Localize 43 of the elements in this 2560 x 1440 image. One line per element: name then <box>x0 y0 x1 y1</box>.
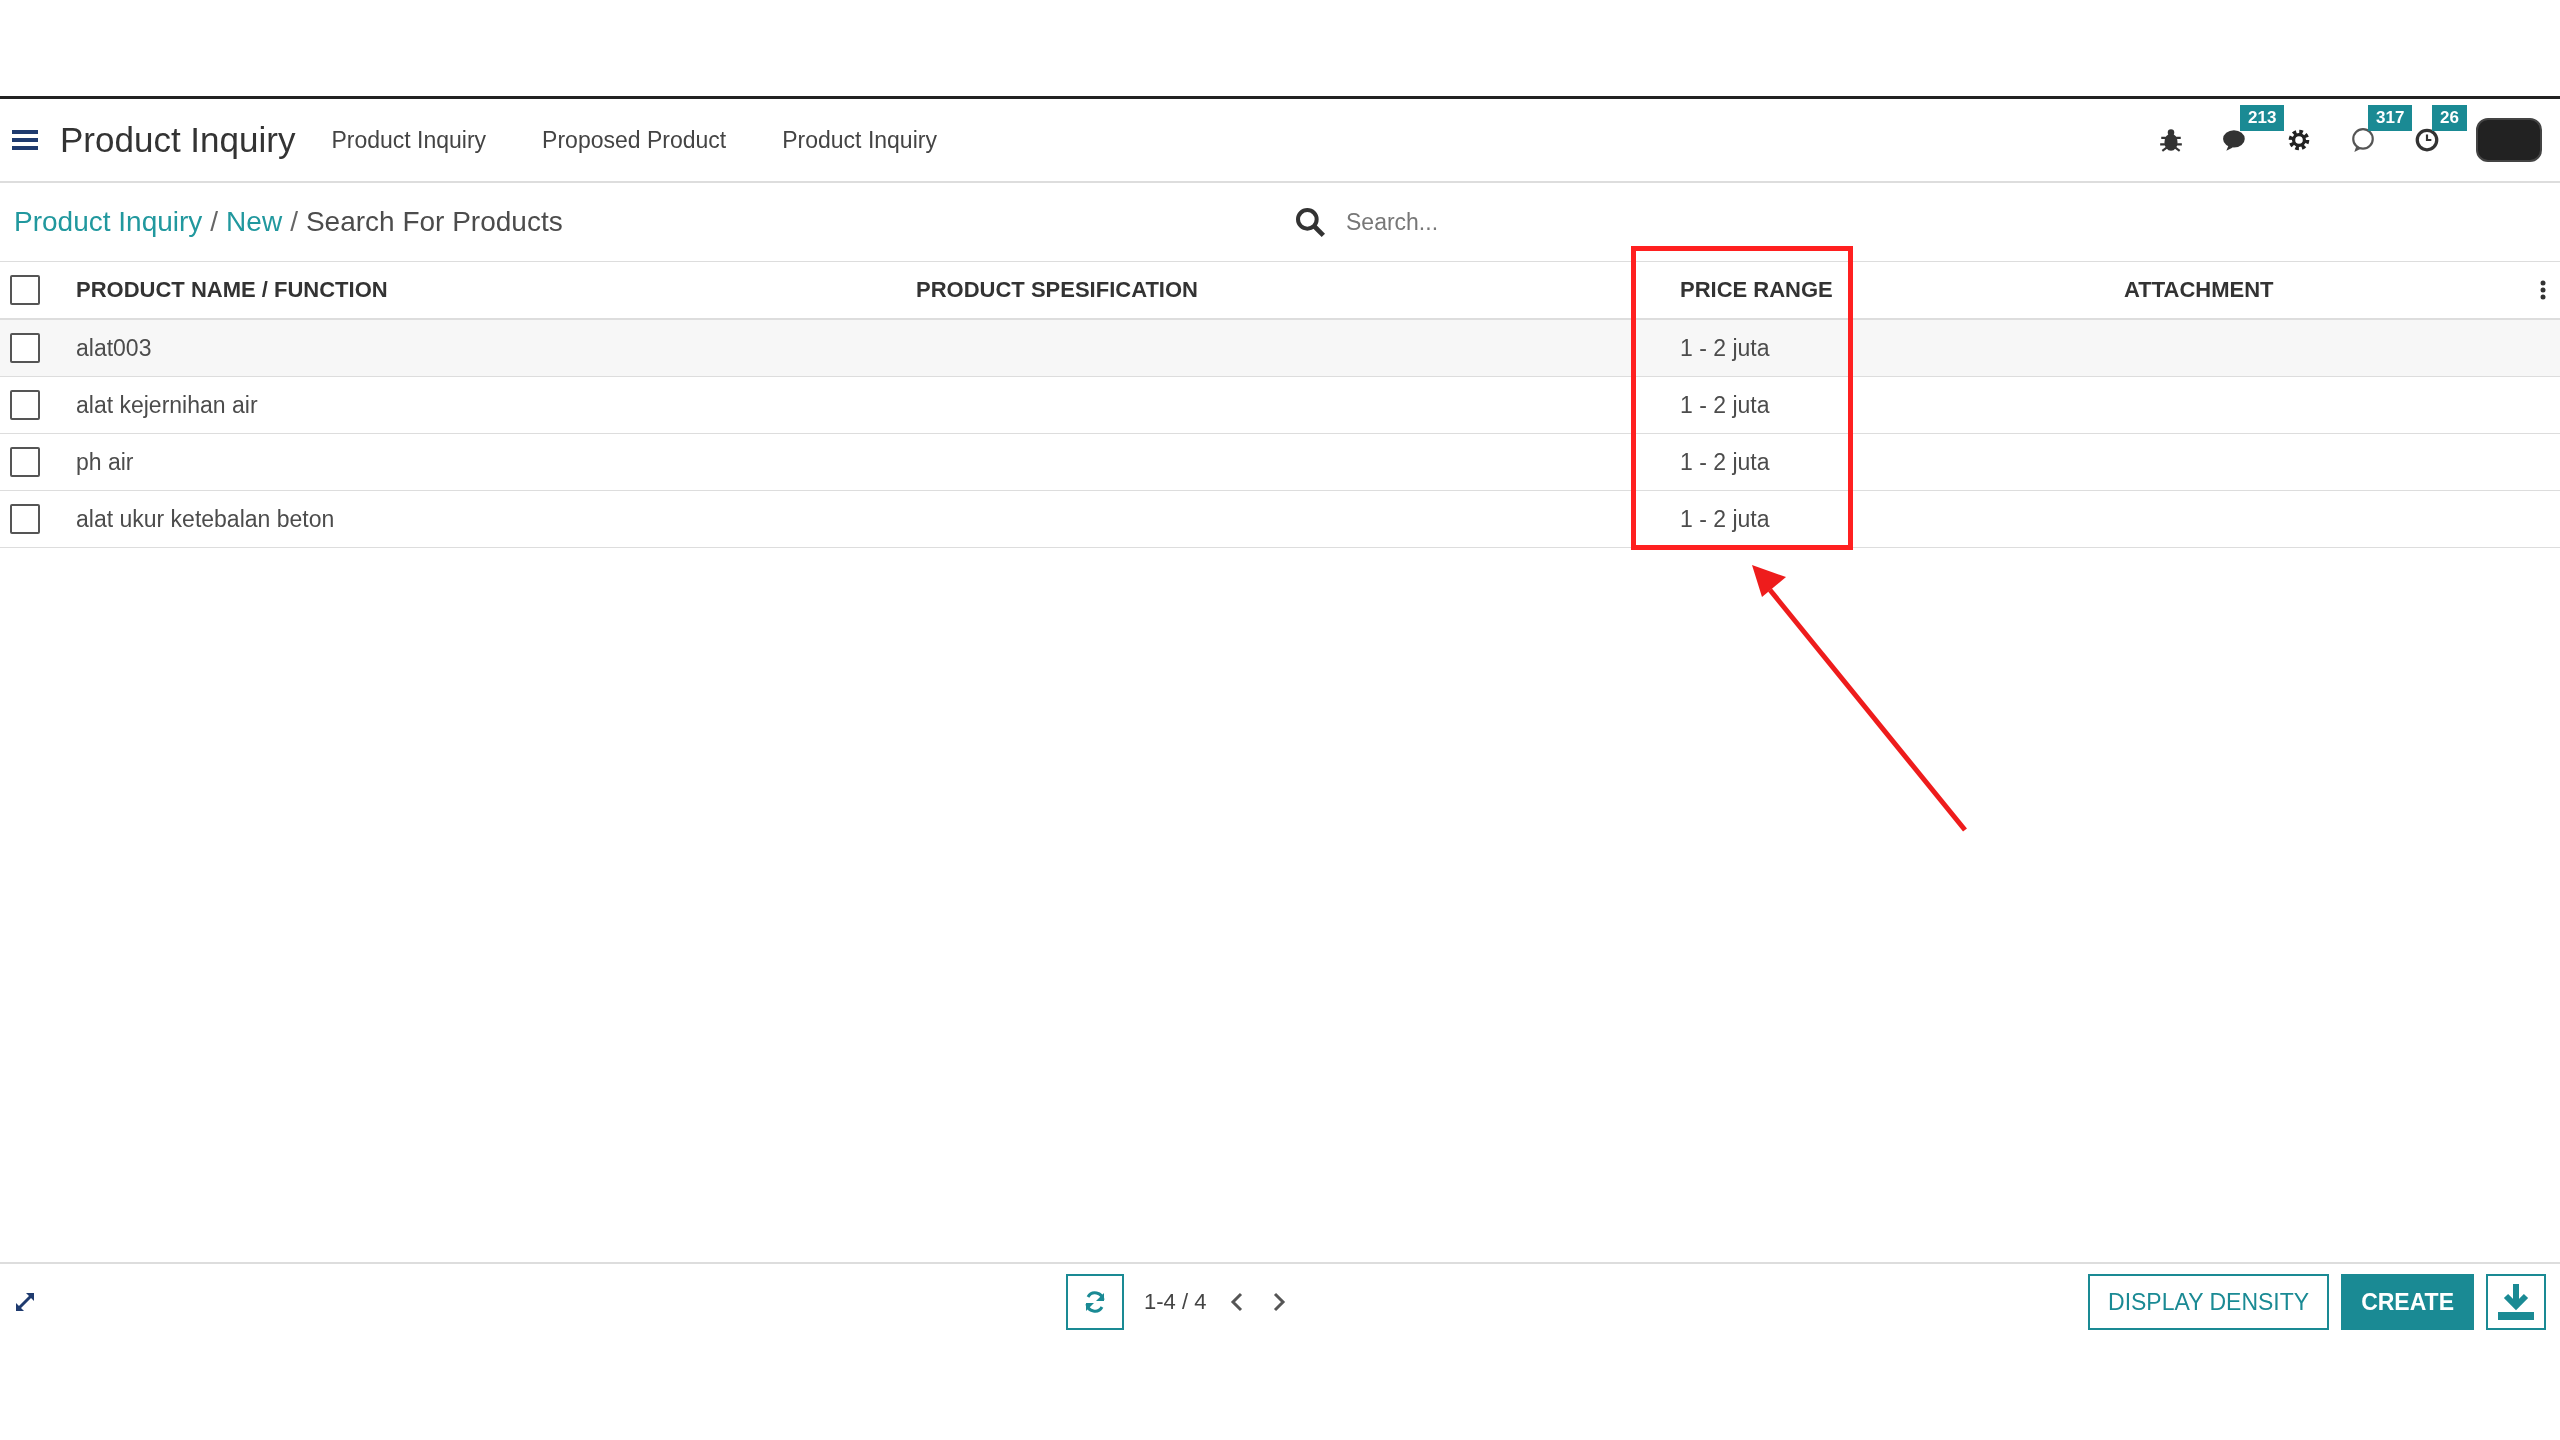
column-options-icon[interactable] <box>2540 280 2546 300</box>
expand-icon[interactable] <box>14 1291 36 1313</box>
row-checkbox[interactable] <box>10 447 40 477</box>
table-cell-text: 1 - 2 juta <box>1680 334 1771 362</box>
download-button[interactable] <box>2486 1274 2546 1330</box>
refresh-icon <box>1083 1290 1107 1314</box>
table-cell-text: 1 - 2 juta <box>1680 448 1771 476</box>
clock-icon[interactable] <box>2414 127 2440 153</box>
chat-bubble-icon[interactable] <box>2350 127 2376 153</box>
user-avatar[interactable] <box>2476 118 2542 162</box>
column-header[interactable]: PRODUCT NAME / FUNCTION <box>76 277 916 303</box>
pager-value[interactable]: 1-4 / 4 <box>1144 1289 1207 1315</box>
menu-item[interactable]: Proposed Product <box>542 126 727 154</box>
menu-icon[interactable] <box>12 129 38 151</box>
count-badge: 317 <box>2368 105 2413 131</box>
row-checkbox[interactable] <box>10 504 40 534</box>
breadcrumb-current: Search For Products <box>305 206 563 238</box>
search-icon[interactable] <box>1294 206 1326 238</box>
menu-item[interactable]: Product Inquiry <box>782 126 937 154</box>
table-cell-text: 1 - 2 juta <box>1680 391 1771 419</box>
table-cell-text: alat kejernihan air <box>76 391 259 419</box>
table-cell-text: alat003 <box>76 334 153 362</box>
chat-icon[interactable] <box>2222 127 2248 153</box>
table-cell-text: ph air <box>76 448 135 476</box>
table-cell-text: 1 - 2 juta <box>1680 505 1771 533</box>
settings-icon[interactable] <box>2286 127 2312 153</box>
breadcrumb-separator: / <box>210 206 219 238</box>
count-badge: 26 <box>2432 105 2467 131</box>
column-header[interactable]: ATTACHMENT <box>2124 277 2540 303</box>
app-title: Product Inquiry <box>60 120 296 160</box>
menu-item[interactable]: Product Inquiry <box>331 126 487 154</box>
column-header[interactable]: PRICE RANGE <box>1680 277 2124 303</box>
display-density-button[interactable]: DISPLAY DENSITY <box>2088 1274 2330 1330</box>
row-checkbox[interactable] <box>10 390 40 420</box>
table-cell-text: alat ukur ketebalan beton <box>76 505 336 533</box>
column-header[interactable]: PRODUCT SPESIFICATION <box>916 277 1680 303</box>
refresh-button[interactable] <box>1066 1274 1124 1330</box>
breadcrumb-separator: / <box>290 206 298 238</box>
select-all-checkbox[interactable] <box>10 275 40 305</box>
count-badge: 213 <box>2240 105 2285 131</box>
bug-icon[interactable] <box>2158 127 2184 153</box>
create-button[interactable]: CREATE <box>2341 1274 2474 1330</box>
row-checkbox[interactable] <box>10 333 40 363</box>
